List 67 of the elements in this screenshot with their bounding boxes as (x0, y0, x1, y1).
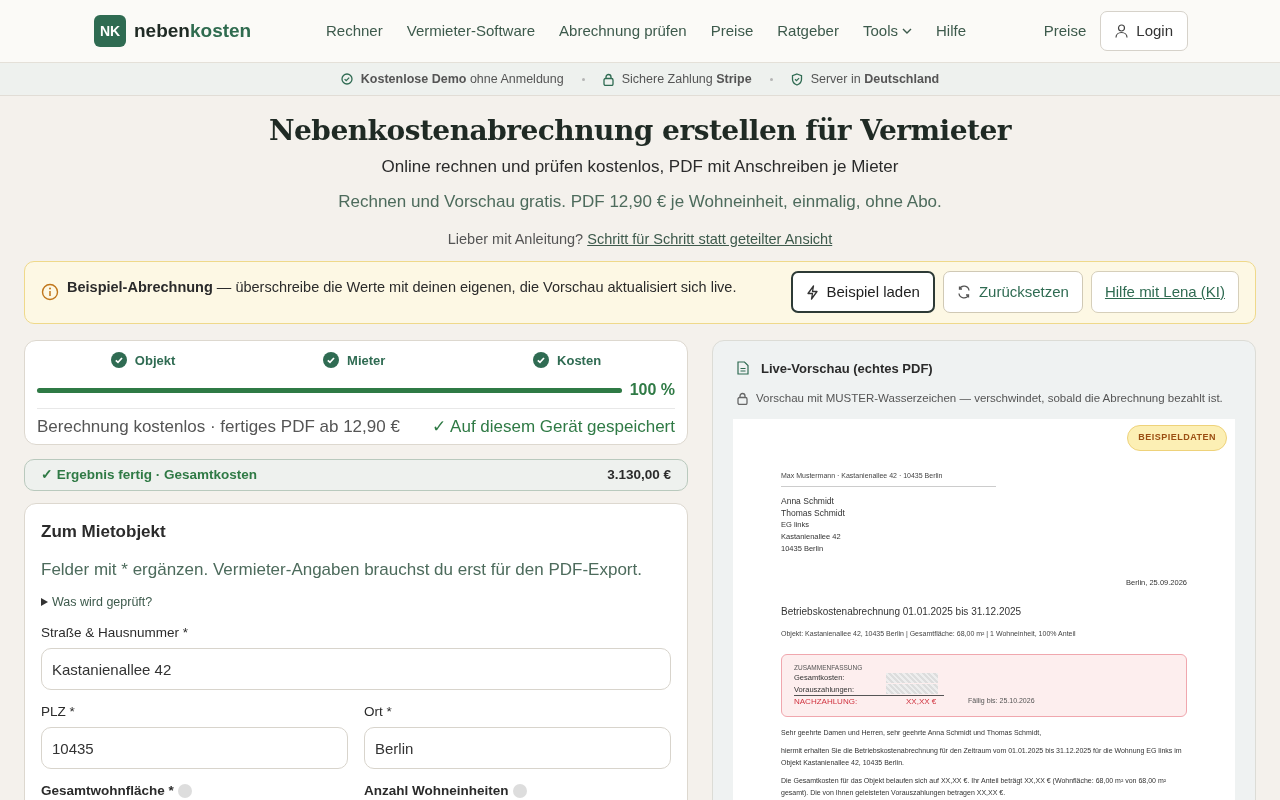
logo-wordmark[interactable]: nebenkosten (134, 16, 252, 46)
nav-link[interactable]: Ratgeber (777, 19, 839, 43)
nav-link[interactable]: Tools (862, 19, 912, 43)
step-label[interactable]: Objekt (134, 350, 176, 371)
info-icon[interactable] (177, 784, 192, 799)
trust-text: Kostenlose Demo ohne Anmeldung (360, 70, 564, 88)
nav-link[interactable]: Hilfe (936, 19, 966, 43)
nav-link[interactable]: Rechner (326, 19, 383, 43)
sample-data-badge: BEISPIELDATEN (1127, 425, 1227, 451)
notice-text: Beispiel-Abrechnung — überschreibe die Werte mit deinen eigenen, die Vorschau aktualisiert sich live. (67, 278, 737, 298)
input-field[interactable]: Berlin (364, 727, 671, 770)
trust-text: Server in Deutschland (810, 70, 940, 88)
disclosure-triangle-icon[interactable] (41, 598, 48, 607)
step-label[interactable]: Mieter (347, 350, 386, 371)
pricing-info: Berechnung kostenlos · fertiges PDF ab 12,90 € (37, 415, 400, 438)
progress-percent: 100 % (629, 380, 675, 401)
nav-link[interactable]: Preise (710, 19, 754, 43)
refresh-icon (956, 285, 971, 300)
info-icon (41, 283, 59, 302)
lightning-icon (805, 284, 819, 300)
pricing-note: Rechnen und Vorschau gratis. PDF 12,90 € je Wohneinheit, einmalig, ohne Abo. (337, 191, 943, 214)
redacted-value (886, 672, 938, 683)
reset-button[interactable]: Zurücksetzen (942, 270, 1083, 314)
separator-dot (581, 77, 585, 81)
user-icon (1115, 24, 1129, 38)
help-link-button[interactable]: Hilfe mit Lena (KI) (1090, 270, 1239, 314)
input-field[interactable]: 10435 (41, 727, 348, 770)
form-intro: Felder mit * ergänzen. Vermieter-Angaben brauchst du erst für den PDF-Export. (41, 559, 643, 582)
login-button[interactable]: Login (1100, 10, 1188, 52)
field-label: Ort * (364, 703, 393, 722)
lock-icon (737, 392, 748, 406)
field-label: Gesamtwohnfläche * (41, 783, 174, 799)
info-icon[interactable] (512, 784, 527, 799)
document-icon (737, 361, 749, 376)
field-label: Anzahl Wohneinheiten (364, 783, 509, 799)
guide-prompt: Lieber mit Anleitung? (447, 230, 584, 247)
summary-total-value: XX,XX € (906, 695, 937, 708)
watermark-note: Vorschau mit MUSTER-Wasserzeichen — verschwindet, sobald die Abrechnung bezahlt ist. (756, 391, 1223, 407)
page-title: Nebenkostenabrechnung erstellen für Vermieter (267, 114, 1013, 148)
logo-mark[interactable]: NK (94, 15, 126, 47)
input-field[interactable]: Kastanienallee 42 (41, 648, 671, 691)
nav-link[interactable]: Abrechnung prüfen (559, 19, 687, 43)
details-toggle[interactable]: Was wird geprüft? (52, 593, 153, 612)
lock-icon (602, 72, 614, 86)
subtitle: Online rechnen und prüfen kostenlos, PDF mit Anschreiben je Mieter (380, 155, 900, 178)
redacted-value (886, 684, 938, 695)
section-title: Zum Mietobjekt (41, 521, 167, 544)
check-circle-icon (340, 73, 353, 85)
guide-link[interactable]: Schritt für Schritt statt geteilter Ansicht (587, 230, 833, 247)
preview-title: Live-Vorschau (echtes PDF) (761, 359, 933, 378)
chevron-down-icon (902, 27, 912, 35)
step-label[interactable]: Kosten (557, 350, 602, 371)
nav-link[interactable]: Vermieter-Software (406, 19, 536, 43)
field-label: PLZ * (41, 703, 76, 722)
result-label: ✓ Ergebnis fertig · Gesamtkosten (41, 465, 258, 484)
recipient-line: Thomas Schmidt (781, 506, 846, 519)
separator-dot (769, 77, 773, 81)
nav-link[interactable]: Preise (1043, 19, 1087, 43)
total-cost: 3.130,00 € (607, 465, 671, 484)
shield-icon (790, 72, 803, 86)
saved-status: ✓ Auf diesem Gerät gespeichert (432, 415, 675, 438)
letter-heading: Betriebskostenabrechnung 01.01.2025 bis 31.12.2025 (781, 605, 1023, 620)
recipient-line: Anna Schmidt (781, 494, 835, 507)
summary-total-label: NACHZAHLUNG: (794, 695, 859, 708)
load-example-button[interactable]: Beispiel laden (790, 270, 935, 314)
field-label: Straße & Hausnummer * (41, 624, 190, 643)
trust-text: Sichere Zahlung Stripe (621, 70, 752, 88)
